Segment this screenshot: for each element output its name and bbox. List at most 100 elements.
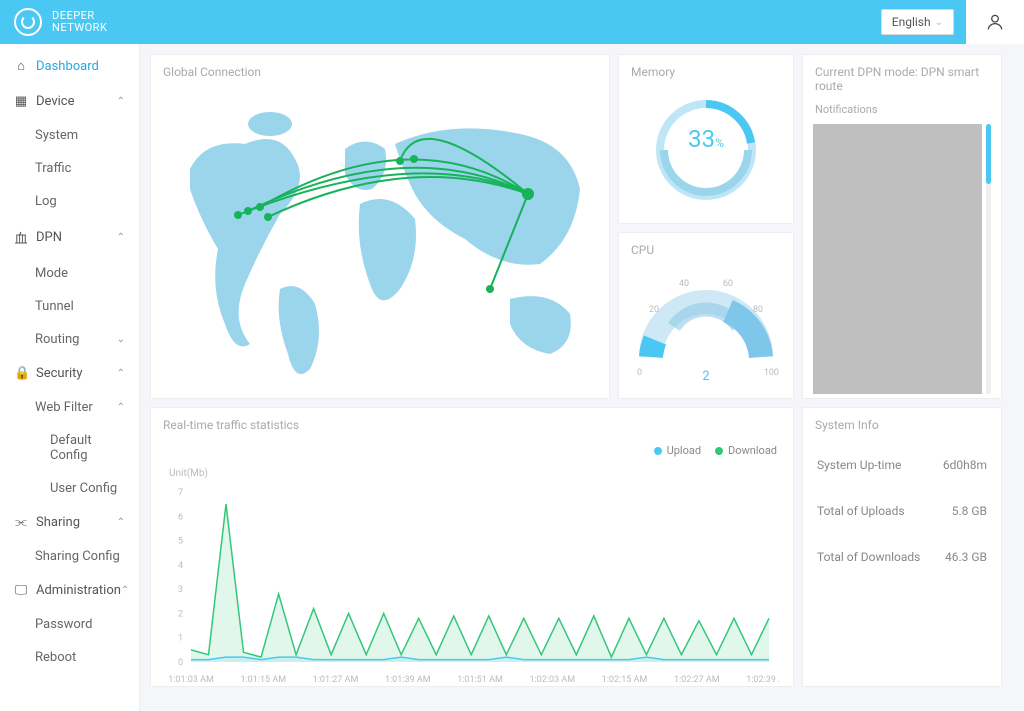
gauge-tick: 20 — [649, 305, 659, 315]
card-title: Memory — [619, 55, 793, 89]
svg-text:4: 4 — [178, 561, 183, 571]
svg-text:1:01:03 AM: 1:01:03 AM — [168, 675, 214, 685]
svg-text:7: 7 — [178, 488, 183, 498]
traffic-legend: Upload Download — [654, 444, 777, 457]
sidebar-group-dpn[interactable]: 血 DPN ⌃ — [0, 218, 139, 257]
svg-text:1:02:39 AM: 1:02:39 AM — [746, 675, 779, 685]
user-menu-button[interactable] — [966, 0, 1024, 44]
svg-text:3: 3 — [178, 585, 183, 595]
svg-text:2: 2 — [178, 609, 183, 619]
main-content: Global Connection — [140, 44, 1024, 711]
chevron-down-icon: ⌄ — [935, 17, 943, 28]
sidebar-item-mode[interactable]: Mode — [0, 257, 139, 290]
lock-icon: 🔒 — [14, 366, 28, 381]
dpn-mode-card: Current DPN mode: DPN smart route Notifi… — [802, 54, 1002, 399]
sidebar-label: Security — [36, 366, 83, 381]
svg-text:1:02:27 AM: 1:02:27 AM — [674, 675, 720, 685]
sidebar-group-sharing[interactable]: ⫘ Sharing ⌃ — [0, 505, 139, 540]
traffic-chart: 012345671:01:03 AM1:01:15 AM1:01:27 AM1:… — [151, 482, 779, 692]
memory-value: 33% — [619, 125, 793, 153]
sidebar-item-tunnel[interactable]: Tunnel — [0, 290, 139, 323]
chevron-down-icon: ⌄ — [117, 334, 125, 345]
logo: DEEPER NETWORK — [0, 8, 107, 36]
sidebar-item-reboot[interactable]: Reboot — [0, 641, 139, 674]
gauge-tick: 0 — [637, 368, 642, 378]
sys-label: System Up-time — [817, 458, 901, 472]
sys-value: 5.8 GB — [952, 504, 987, 518]
card-title: CPU — [619, 233, 793, 267]
gauge-tick: 100 — [764, 368, 779, 378]
notifications-heading: Notifications — [803, 103, 1001, 124]
language-label: English — [892, 15, 931, 29]
brand-text: DEEPER NETWORK — [52, 10, 107, 34]
sidebar-item-system[interactable]: System — [0, 119, 139, 152]
sidebar-group-security[interactable]: 🔒 Security ⌃ — [0, 356, 139, 391]
sidebar-item-sharing-config[interactable]: Sharing Config — [0, 540, 139, 573]
svg-text:1:02:03 AM: 1:02:03 AM — [529, 675, 575, 685]
sidebar-label: Administration — [36, 583, 121, 598]
sys-downloads-row: Total of Downloads 46.3 GB — [803, 534, 1001, 580]
desktop-icon: 🖵 — [14, 583, 28, 598]
card-title: System Info — [803, 408, 1001, 442]
sys-uptime-row: System Up-time 6d0h8m — [803, 442, 1001, 488]
notifications-body — [813, 124, 991, 394]
sidebar-item-traffic[interactable]: Traffic — [0, 152, 139, 185]
share-icon: ⫘ — [14, 515, 28, 530]
sys-label: Total of Downloads — [817, 550, 920, 564]
language-select[interactable]: English ⌄ — [881, 9, 954, 35]
notification-image-placeholder — [813, 124, 982, 394]
sidebar-item-dashboard[interactable]: ⌂ Dashboard — [0, 48, 139, 84]
svg-text:0: 0 — [178, 658, 183, 668]
cpu-card: CPU 2 0 20 40 60 80 100 — [618, 232, 794, 399]
traffic-card: Real-time traffic statistics Upload Down… — [150, 407, 794, 687]
sidebar-label: Routing — [35, 332, 79, 347]
sidebar-item-log[interactable]: Log — [0, 185, 139, 218]
notifications-scrollbar[interactable] — [986, 124, 991, 394]
sidebar-item-user-config[interactable]: User Config — [0, 472, 139, 505]
sidebar-label: Device — [36, 94, 75, 109]
sys-uploads-row: Total of Uploads 5.8 GB — [803, 488, 1001, 534]
svg-text:1:01:51 AM: 1:01:51 AM — [457, 675, 503, 685]
world-map — [160, 89, 600, 389]
gauge-tick: 40 — [679, 279, 689, 289]
global-connection-card: Global Connection — [150, 54, 610, 399]
cpu-gauge — [631, 267, 781, 367]
sidebar-label: DPN — [36, 230, 62, 245]
gauge-tick: 80 — [753, 305, 763, 315]
sidebar: ⌂ Dashboard ▦ Device ⌃ System Traffic Log… — [0, 44, 140, 711]
chevron-up-icon: ⌃ — [117, 232, 125, 243]
chevron-up-icon: ⌃ — [117, 517, 125, 528]
sidebar-group-device[interactable]: ▦Device ⌃ — [0, 84, 139, 119]
grid-icon: ▦ — [14, 94, 28, 109]
sidebar-item-default-config[interactable]: Default Config — [0, 424, 139, 472]
user-icon — [985, 12, 1005, 32]
dpn-icon: 血 — [14, 228, 28, 247]
svg-text:1:02:15 AM: 1:02:15 AM — [602, 675, 648, 685]
sys-value: 6d0h8m — [943, 458, 987, 472]
y-axis-label: Unit(Mb) — [169, 468, 208, 479]
swirl-icon — [14, 8, 42, 36]
sidebar-group-admin[interactable]: 🖵 Administration ⌃ — [0, 573, 139, 608]
brand-line2: NETWORK — [52, 22, 107, 34]
sidebar-label: Dashboard — [36, 59, 99, 74]
svg-text:5: 5 — [178, 537, 183, 547]
svg-text:1:01:15 AM: 1:01:15 AM — [240, 675, 286, 685]
sidebar-label: Web Filter — [35, 400, 93, 415]
card-title: Current DPN mode: DPN smart route — [803, 55, 1001, 103]
sidebar-item-routing[interactable]: Routing ⌄ — [0, 323, 139, 356]
top-header: DEEPER NETWORK English ⌄ — [0, 0, 1024, 44]
legend-upload: Upload — [667, 444, 701, 457]
card-title: Real-time traffic statistics — [151, 408, 793, 442]
sidebar-label: Sharing — [36, 515, 80, 530]
chevron-up-icon: ⌃ — [121, 585, 129, 596]
sys-label: Total of Uploads — [817, 504, 905, 518]
sidebar-item-webfilter[interactable]: Web Filter ⌃ — [0, 391, 139, 424]
svg-text:1: 1 — [178, 634, 183, 644]
system-info-card: System Info System Up-time 6d0h8m Total … — [802, 407, 1002, 687]
chevron-up-icon: ⌃ — [117, 368, 125, 379]
svg-text:1:01:39 AM: 1:01:39 AM — [385, 675, 431, 685]
sys-value: 46.3 GB — [945, 550, 987, 564]
home-icon: ⌂ — [14, 58, 28, 74]
svg-text:6: 6 — [178, 512, 183, 522]
sidebar-item-password[interactable]: Password — [0, 608, 139, 641]
